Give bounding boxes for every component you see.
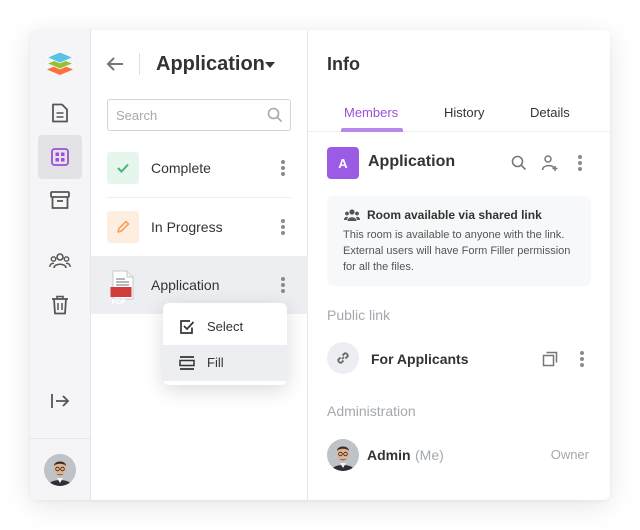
public-link-section-label: Public link <box>327 307 391 323</box>
room-header: Application <box>91 48 308 84</box>
public-link-more-menu-icon[interactable] <box>580 351 584 367</box>
document-icon <box>52 103 68 123</box>
tab-members[interactable]: Members <box>344 105 398 120</box>
rail-divider <box>30 438 91 439</box>
file-row-label: Application <box>151 277 220 293</box>
row-more-menu-icon[interactable] <box>281 219 285 235</box>
user-avatar <box>44 454 76 486</box>
search-input[interactable] <box>108 100 258 130</box>
in-progress-folder-tile <box>107 211 139 243</box>
form-fill-icon <box>179 356 195 370</box>
logo-button[interactable] <box>38 42 82 86</box>
pdf-file-tile <box>107 269 139 301</box>
archive-box-icon <box>50 191 70 209</box>
tab-details[interactable]: Details <box>530 105 570 120</box>
administration-section-label: Administration <box>327 403 416 419</box>
public-link-avatar <box>327 342 359 374</box>
stacked-layers-logo-icon <box>45 51 75 75</box>
profile-button[interactable] <box>38 448 82 492</box>
active-tab-indicator <box>341 128 403 132</box>
contacts-nav-button[interactable] <box>38 239 82 283</box>
shared-link-notice: Room available via shared link This room… <box>327 196 591 286</box>
room-more-menu-icon[interactable] <box>578 155 582 171</box>
back-arrow-icon[interactable] <box>106 56 124 72</box>
checkbox-icon <box>180 320 195 334</box>
search-icon[interactable] <box>511 155 527 171</box>
link-chain-icon <box>337 352 349 364</box>
icon-rail <box>30 30 91 500</box>
room-title[interactable]: Application <box>156 53 265 76</box>
row-more-menu-icon[interactable] <box>281 160 285 176</box>
copy-icon[interactable] <box>542 351 558 367</box>
info-tabs: Members History Details <box>308 102 610 132</box>
admin-name: Admin <box>367 447 411 463</box>
search-icon[interactable] <box>267 107 283 123</box>
file-row-complete[interactable]: Complete <box>91 139 308 197</box>
documents-nav-button[interactable] <box>38 91 82 135</box>
people-group-icon <box>344 209 360 221</box>
room-summary: A Application <box>327 147 597 179</box>
add-user-icon[interactable] <box>541 154 559 172</box>
app-window: Application Complete <box>30 30 610 500</box>
grid-rooms-icon <box>51 148 69 166</box>
search-box <box>107 99 291 131</box>
logout-button[interactable] <box>38 379 82 423</box>
pencil-icon <box>117 220 130 233</box>
file-row-in-progress[interactable]: In Progress <box>91 198 308 256</box>
row-more-menu-icon[interactable] <box>281 277 285 293</box>
pdf-file-icon <box>110 270 134 300</box>
tab-history[interactable]: History <box>444 105 484 120</box>
trash-nav-button[interactable] <box>38 283 82 327</box>
context-menu-label: Fill <box>207 355 224 370</box>
info-panel-title: Info <box>327 54 360 74</box>
context-menu-label: Select <box>207 319 244 334</box>
file-row-label: In Progress <box>151 219 223 235</box>
public-link-name: For Applicants <box>371 351 469 367</box>
room-logo: A <box>327 147 359 179</box>
header-divider <box>139 53 140 75</box>
archive-nav-button[interactable] <box>38 178 82 222</box>
room-title-dropdown-caret-icon[interactable] <box>265 62 275 68</box>
pdf-badge-label: PDF <box>111 299 126 306</box>
context-menu-fill[interactable]: Fill <box>163 345 287 381</box>
info-panel: Info Members History Details A Applicati… <box>308 30 610 500</box>
file-list-panel: Application Complete <box>91 30 308 500</box>
people-group-icon <box>49 253 71 269</box>
context-menu-select[interactable]: Select <box>163 309 287 345</box>
admin-me-label: (Me) <box>415 447 444 463</box>
room-name: Application <box>368 153 456 170</box>
complete-folder-tile <box>107 152 139 184</box>
trash-icon <box>52 295 68 315</box>
file-row-label: Complete <box>151 160 211 176</box>
rooms-nav-button[interactable] <box>38 135 82 179</box>
file-context-menu: Select Fill <box>163 303 287 385</box>
logout-arrow-icon <box>51 394 70 408</box>
checkmark-icon <box>117 163 129 173</box>
admin-avatar <box>327 439 359 471</box>
notice-title: Room available via shared link <box>367 208 542 222</box>
notice-body: This room is available to anyone with th… <box>343 229 571 273</box>
admin-role: Owner <box>550 447 589 462</box>
